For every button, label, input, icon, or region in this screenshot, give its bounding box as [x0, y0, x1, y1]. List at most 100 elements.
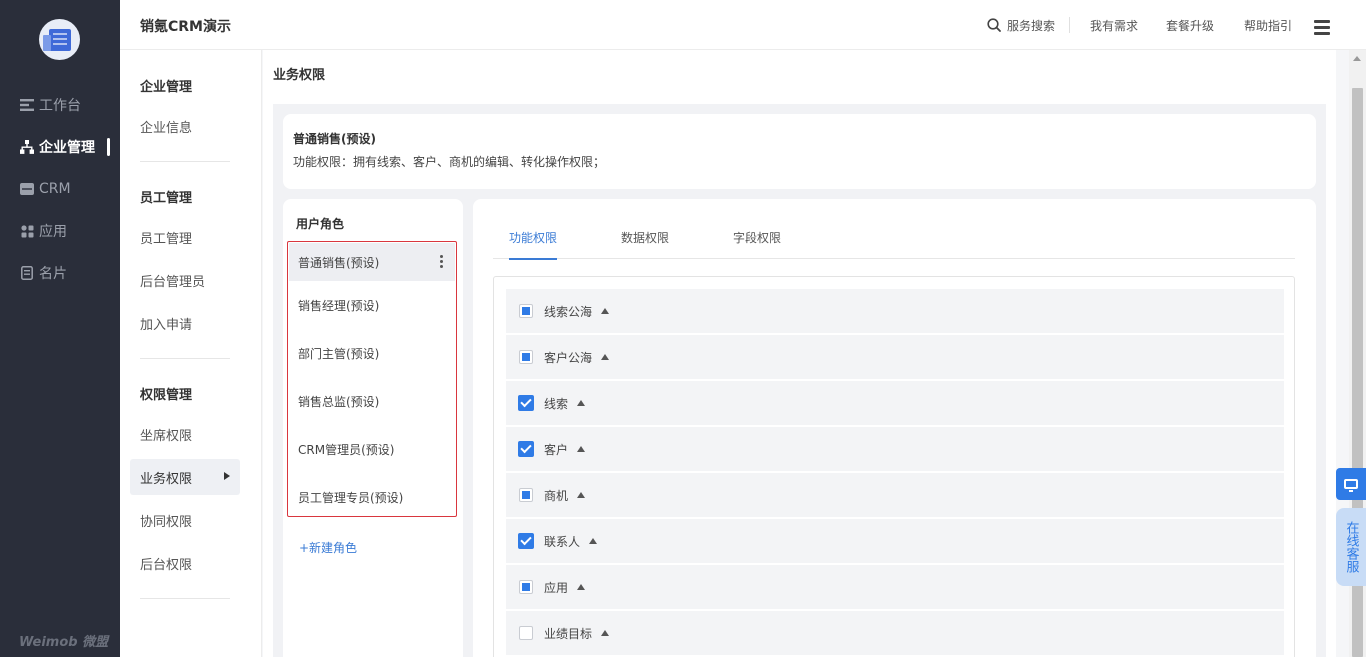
company-logo-icon[interactable] — [39, 19, 80, 60]
caret-up-icon[interactable] — [589, 538, 598, 544]
app-title: 销氪CRM演示 — [140, 19, 231, 35]
rail-item-crm[interactable]: CRM — [0, 174, 120, 204]
menu-group-heading: 员工管理 — [140, 191, 193, 206]
service-search-label: 服务搜索 — [1006, 18, 1055, 33]
caret-up-icon[interactable] — [601, 308, 610, 314]
needs-link[interactable]: 我有需求 — [1074, 17, 1154, 34]
more-options-icon[interactable] — [440, 255, 443, 270]
online-service-button[interactable]: 在线客服 — [1336, 508, 1366, 586]
tab-data-permissions[interactable]: 数据权限 — [621, 229, 669, 259]
rail-item-label: 名片 — [39, 266, 67, 282]
help-link[interactable]: 帮助指引 — [1228, 17, 1296, 34]
role-item[interactable]: 部门主管(预设) — [289, 329, 455, 377]
permission-label: 客户公海 — [544, 350, 593, 365]
nav-divider — [1068, 17, 1070, 33]
permission-row: 应用 — [506, 565, 1284, 609]
permission-label: 应用 — [544, 580, 569, 595]
menu-item-staff[interactable]: 员工管理 — [130, 219, 240, 255]
role-item-label: 部门主管(预设) — [298, 346, 380, 361]
caret-up-icon[interactable] — [601, 630, 610, 636]
permission-checkbox[interactable] — [519, 350, 533, 364]
role-item[interactable]: CRM管理员(预设) — [289, 425, 455, 473]
permission-list: 线索公海 客户公海 线索 客户 商机 联系人 应用 业绩目标 — [493, 276, 1295, 657]
menu-group-heading: 权限管理 — [140, 388, 193, 403]
permission-checkbox[interactable] — [519, 626, 533, 640]
menu-item-join-requests[interactable]: 加入申请 — [130, 305, 240, 341]
permission-label: 线索 — [544, 396, 569, 411]
menu-icon[interactable] — [1314, 20, 1330, 35]
add-role-button[interactable]: +新建角色 — [299, 539, 357, 556]
caret-up-icon[interactable] — [577, 492, 586, 498]
brand-logo: Weimob 微盟 — [19, 635, 109, 650]
role-item-label: 销售总监(预设) — [298, 394, 380, 409]
caret-up-icon[interactable] — [577, 400, 586, 406]
caret-up-icon[interactable] — [577, 446, 586, 452]
permission-label: 商机 — [544, 488, 569, 503]
role-item[interactable]: 销售总监(预设) — [289, 377, 455, 425]
permission-row: 客户公海 — [506, 335, 1284, 379]
page-title: 业务权限 — [273, 68, 326, 83]
permission-label: 客户 — [544, 442, 569, 457]
role-item-label: 员工管理专员(预设) — [298, 490, 404, 505]
rail-item-org[interactable]: 企业管理 — [0, 132, 120, 162]
menu-item-backend-permissions[interactable]: 后台权限 — [130, 545, 240, 581]
rail-item-label: 企业管理 — [39, 140, 95, 156]
permission-row: 商机 — [506, 473, 1284, 517]
permission-checkbox[interactable] — [518, 441, 534, 457]
rail-item-workbench[interactable]: 工作台 — [0, 90, 120, 120]
service-monitor-button[interactable] — [1336, 468, 1366, 500]
scroll-up-icon[interactable] — [1353, 56, 1361, 61]
rail-item-card[interactable]: 名片 — [0, 258, 120, 288]
permission-row: 线索公海 — [506, 289, 1284, 333]
role-list: 普通销售(预设) 销售经理(预设) 部门主管(预设) 销售总监(预设) CRM管… — [287, 241, 457, 517]
menu-group-heading: 企业管理 — [140, 80, 193, 95]
permission-row: 客户 — [506, 427, 1284, 471]
search-icon — [987, 18, 1001, 32]
menu-item-company-info[interactable]: 企业信息 — [130, 108, 240, 144]
menu-item-collab-permissions[interactable]: 协同权限 — [130, 502, 240, 538]
tab-function-permissions[interactable]: 功能权限 — [509, 229, 558, 260]
permission-checkbox[interactable] — [519, 304, 533, 318]
permission-checkbox[interactable] — [519, 580, 533, 594]
org-icon — [20, 140, 34, 154]
content-panel: 普通销售(预设) 功能权限：拥有线索、客户、商机的编辑、转化操作权限； 用户角色… — [273, 104, 1326, 657]
upgrade-link[interactable]: 套餐升级 — [1154, 17, 1228, 34]
menu-item-admins[interactable]: 后台管理员 — [130, 262, 240, 298]
role-item-label: 销售经理(预设) — [298, 298, 380, 313]
secondary-menu: 企业管理 企业信息 员工管理 员工管理 后台管理员 加入申请 权限管理 坐席权限… — [120, 50, 262, 657]
card-icon — [20, 266, 34, 280]
menu-divider — [140, 598, 230, 599]
permission-checkbox[interactable] — [518, 395, 534, 411]
top-bar: 销氪CRM演示 服务搜索 我有需求 套餐升级 帮助指引 — [120, 0, 1366, 50]
role-item-label: CRM管理员(预设) — [298, 442, 395, 457]
permission-label: 联系人 — [544, 534, 581, 549]
role-item[interactable]: 普通销售(预设) — [289, 243, 455, 281]
top-nav: 服务搜索 我有需求 套餐升级 帮助指引 — [977, 0, 1296, 50]
role-list-card: 用户角色 普通销售(预设) 销售经理(预设) 部门主管(预设) 销售总监(预设)… — [283, 199, 463, 657]
rail-item-label: 应用 — [39, 224, 67, 240]
permission-card: 功能权限 数据权限 字段权限 线索公海 客户公海 线索 客户 商机 联系人 应用… — [473, 199, 1316, 657]
role-description-card: 普通销售(预设) 功能权限：拥有线索、客户、商机的编辑、转化操作权限； — [283, 114, 1316, 189]
role-item[interactable]: 员工管理专员(预设) — [289, 473, 455, 521]
menu-item-business-permissions[interactable]: 业务权限 — [130, 459, 240, 495]
caret-up-icon[interactable] — [601, 354, 610, 360]
service-search-button[interactable]: 服务搜索 — [977, 17, 1065, 34]
left-rail: 工作台 企业管理 CRM 应用 名片 Weimob 微盟 — [0, 0, 120, 657]
permission-tabs: 功能权限 数据权限 字段权限 — [493, 229, 1295, 260]
role-item[interactable]: 销售经理(预设) — [289, 281, 455, 329]
rail-item-label: CRM — [39, 181, 71, 197]
tab-field-permissions[interactable]: 字段权限 — [733, 229, 781, 259]
role-list-heading: 用户角色 — [296, 217, 345, 231]
rail-item-apps[interactable]: 应用 — [0, 216, 120, 246]
workbench-icon — [20, 98, 34, 112]
menu-item-seat-permissions[interactable]: 坐席权限 — [130, 416, 240, 452]
permission-label: 线索公海 — [544, 304, 593, 319]
caret-up-icon[interactable] — [577, 584, 586, 590]
permission-label: 业绩目标 — [544, 626, 593, 641]
permission-checkbox[interactable] — [518, 533, 534, 549]
main-content: 业务权限 普通销售(预设) 功能权限：拥有线索、客户、商机的编辑、转化操作权限；… — [263, 50, 1336, 657]
permission-checkbox[interactable] — [519, 488, 533, 502]
role-name: 普通销售(预设) — [293, 132, 376, 146]
menu-divider — [140, 161, 230, 162]
permission-row: 线索 — [506, 381, 1284, 425]
